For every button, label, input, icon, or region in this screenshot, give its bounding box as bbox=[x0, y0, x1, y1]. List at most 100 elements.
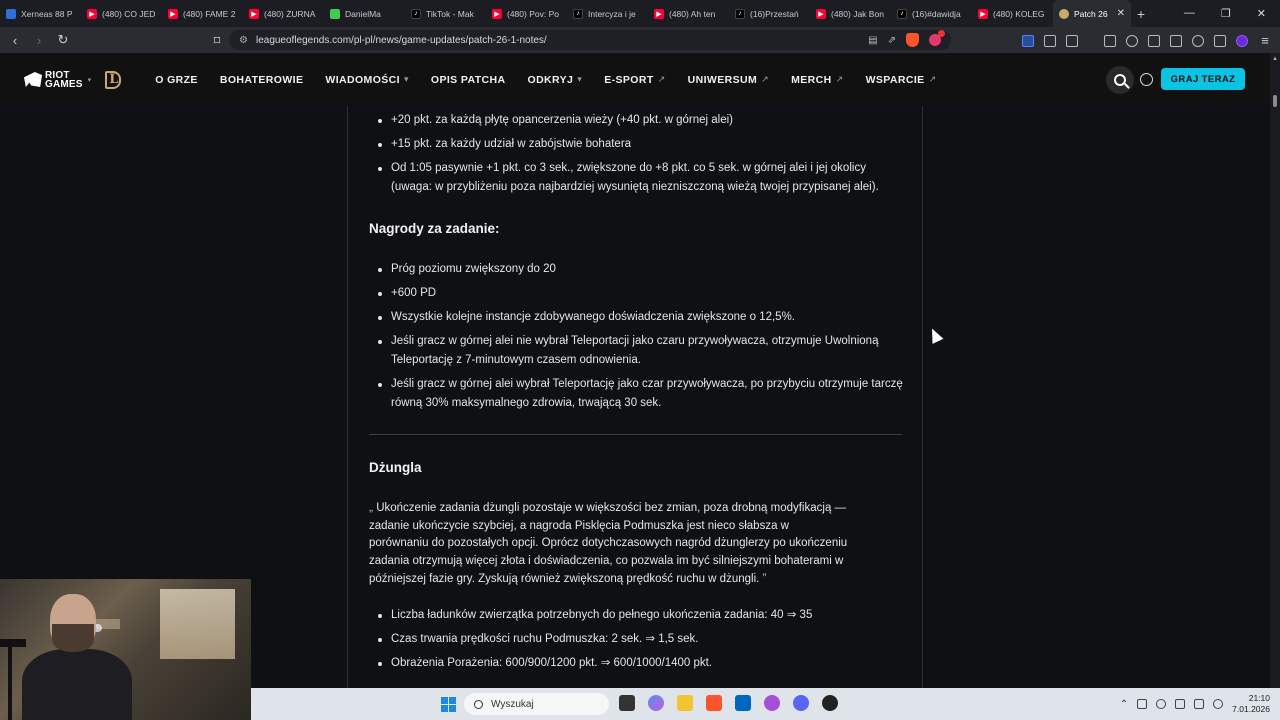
screenshot-icon[interactable] bbox=[1066, 34, 1078, 47]
browser-tab[interactable]: ♪ TikTok - Mak bbox=[405, 0, 486, 27]
tiktok-icon: ♪ bbox=[735, 8, 745, 19]
browser-tab[interactable]: ▶ (480) Ah ten bbox=[648, 0, 729, 27]
download-icon[interactable] bbox=[1104, 34, 1116, 47]
quote-close: ” bbox=[762, 571, 767, 585]
wallet-icon[interactable] bbox=[1170, 34, 1182, 47]
riot-games-logo[interactable]: RIOT GAMES ▾ bbox=[24, 70, 92, 89]
page-scrollbar[interactable]: ▲ bbox=[1270, 53, 1280, 688]
sidebar-icon[interactable] bbox=[1148, 34, 1160, 47]
tab-title: DanielMa bbox=[345, 8, 381, 19]
nav-item[interactable]: WIADOMOŚCI ▾ bbox=[325, 74, 409, 86]
task-view-icon[interactable] bbox=[619, 695, 635, 711]
youtube-icon: ▶ bbox=[492, 8, 502, 19]
chevron-down-icon: ▾ bbox=[403, 74, 409, 84]
browser-tab[interactable]: ▶ (480) ŻURNA bbox=[243, 0, 324, 27]
nav-item[interactable]: O GRZE bbox=[155, 74, 198, 86]
microphone-icon[interactable] bbox=[1175, 699, 1186, 709]
youtube-icon: ▶ bbox=[168, 8, 178, 19]
puzzle-icon[interactable] bbox=[1044, 34, 1056, 47]
riot-fist-icon bbox=[24, 72, 42, 87]
league-logo-icon[interactable] bbox=[105, 70, 122, 89]
forward-icon[interactable]: › bbox=[32, 33, 46, 48]
bookmark-icon[interactable]: ⌑ bbox=[210, 33, 224, 49]
nav-label: ODKRYJ bbox=[527, 73, 574, 86]
tab-title: Xerneas 88 P bbox=[21, 8, 73, 19]
youtube-icon: ▶ bbox=[87, 8, 97, 19]
browser-tab[interactable]: ♪ Intercyza i je bbox=[567, 0, 648, 27]
leo-icon[interactable] bbox=[1192, 34, 1204, 47]
browser-tab[interactable]: ▶ (480) CO JED bbox=[81, 0, 162, 27]
tray-app-icon[interactable] bbox=[1137, 699, 1148, 709]
patch-notes-article: +20 pkt. za każdą płytę opancerzenia wie… bbox=[347, 106, 923, 688]
obs-icon[interactable] bbox=[822, 695, 838, 711]
browser-tab[interactable]: ▶ (480) FAME 2 bbox=[162, 0, 243, 27]
nav-item[interactable]: OPIS PATCHA bbox=[431, 74, 506, 86]
menu-icon[interactable]: ≡ bbox=[1258, 33, 1272, 48]
reload-icon[interactable]: ↻ bbox=[56, 32, 70, 48]
browser-tab[interactable]: ♪ (16)Przestań bbox=[729, 0, 810, 27]
nav-item[interactable]: ODKRYJ ▾ bbox=[528, 74, 583, 86]
league-icon bbox=[1059, 8, 1069, 19]
browser-tab[interactable]: ▶ (480) Pov: Po bbox=[486, 0, 567, 27]
chevron-up-icon[interactable]: ⌃ bbox=[1120, 699, 1128, 710]
list-item: Liczba ładunków zwierzątka potrzebnych d… bbox=[369, 606, 903, 625]
brave-shields-icon[interactable] bbox=[906, 33, 919, 47]
store-icon[interactable] bbox=[735, 695, 751, 711]
extension-icon[interactable] bbox=[1022, 34, 1034, 47]
chevron-down-icon: ▾ bbox=[87, 76, 92, 84]
back-icon[interactable]: ‹ bbox=[8, 33, 22, 48]
brave-rewards-icon[interactable] bbox=[929, 30, 945, 46]
share-icon[interactable]: ⇗ bbox=[888, 35, 896, 46]
vpn-icon[interactable] bbox=[1214, 34, 1226, 47]
tab-title: (16)Przestań bbox=[750, 8, 799, 19]
list-item: Jeśli gracz w górnej alei nie wybrał Tel… bbox=[369, 332, 903, 370]
browser-tab[interactable]: DanielMa bbox=[324, 0, 405, 27]
volume-icon[interactable] bbox=[1213, 699, 1224, 709]
address-bar[interactable]: ⚙ leagueoflegends.com/pl-pl/news/game-up… bbox=[229, 30, 951, 50]
tab-title: (480) ŻURNA bbox=[264, 8, 316, 19]
onedrive-icon[interactable] bbox=[1156, 699, 1167, 709]
clock[interactable]: 21:10 7.01.2026 bbox=[1232, 693, 1270, 715]
scroll-up-icon[interactable]: ▲ bbox=[1272, 56, 1278, 62]
copilot-icon[interactable] bbox=[648, 695, 664, 711]
tiktok-icon: ♪ bbox=[573, 8, 583, 19]
file-explorer-icon[interactable] bbox=[677, 695, 693, 711]
nav-item[interactable]: WSPARCIE ↗ bbox=[866, 74, 937, 86]
nav-item[interactable]: MERCH ↗ bbox=[791, 74, 843, 86]
browser-tab[interactable]: Xerneas 88 P bbox=[0, 0, 81, 27]
new-tab-button[interactable]: + bbox=[1131, 6, 1151, 22]
browser-tab[interactable]: ▶ (480) KOLEG bbox=[972, 0, 1053, 27]
music-icon[interactable] bbox=[1126, 34, 1138, 47]
minimize-icon[interactable]: — bbox=[1184, 7, 1195, 20]
list-item: Próg poziomu zwiększony do 20 bbox=[369, 260, 903, 279]
network-icon[interactable] bbox=[1194, 699, 1205, 709]
riot-wordmark: RIOT GAMES bbox=[45, 70, 83, 89]
restore-icon[interactable]: ❐ bbox=[1221, 7, 1231, 20]
app-icon[interactable] bbox=[764, 695, 780, 711]
browser-tab[interactable]: ♪ (16)#dawidja bbox=[891, 0, 972, 27]
windows-start-icon[interactable] bbox=[441, 697, 456, 712]
close-icon[interactable]: ✕ bbox=[1257, 7, 1266, 20]
webcam-overlay bbox=[0, 579, 251, 720]
browser-tab[interactable]: ▶ (480) Jak Bon bbox=[810, 0, 891, 27]
browser-tab[interactable]: Patch 26 ✕ bbox=[1053, 0, 1131, 27]
microphone-icon bbox=[0, 639, 26, 647]
mic-arm bbox=[8, 641, 12, 720]
nav-item[interactable]: UNIWERSUM ↗ bbox=[688, 74, 769, 86]
search-button[interactable] bbox=[1106, 66, 1134, 94]
discord-icon[interactable] bbox=[793, 695, 809, 711]
site-info-icon[interactable]: ⚙ bbox=[239, 35, 248, 46]
brave-icon[interactable] bbox=[706, 695, 722, 711]
scrollbar-thumb[interactable] bbox=[1273, 95, 1277, 107]
globe-icon[interactable] bbox=[1140, 73, 1153, 86]
taskbar-search[interactable]: Wyszukaj bbox=[464, 693, 609, 715]
close-tab-icon[interactable]: ✕ bbox=[1117, 8, 1125, 19]
kick-icon bbox=[330, 8, 340, 19]
nav-item[interactable]: E-SPORT ↗ bbox=[604, 74, 665, 86]
windows-taskbar: Wyszukaj ⌃ 21:10 7.01.2026 bbox=[251, 688, 1280, 720]
reader-mode-icon[interactable]: ▤ bbox=[868, 35, 877, 46]
play-now-button[interactable]: GRAJ TERAZ bbox=[1161, 68, 1245, 90]
profile-icon[interactable] bbox=[1236, 34, 1248, 47]
nav-item[interactable]: BOHATEROWIE bbox=[220, 74, 304, 86]
list-item: Od 1:05 pasywnie +1 pkt. co 3 sek., zwię… bbox=[369, 159, 903, 197]
